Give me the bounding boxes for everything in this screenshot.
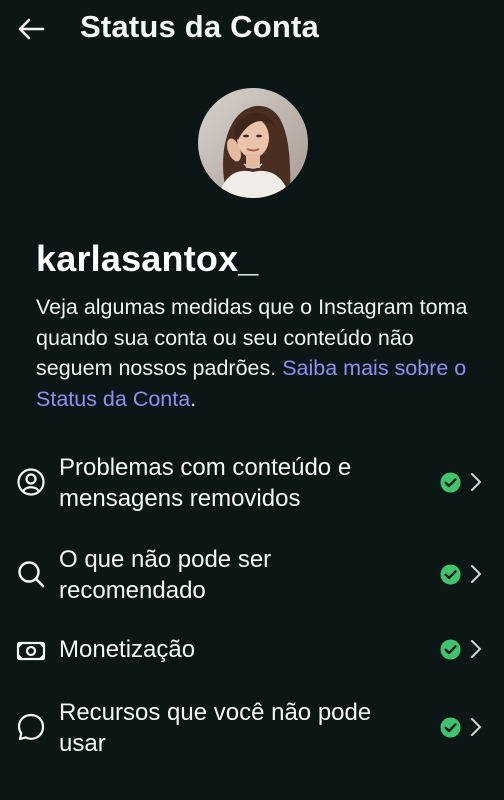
chevron-right-icon — [471, 718, 481, 736]
page-title: Status da Conta — [80, 9, 319, 44]
item-label: Monetização — [59, 636, 196, 663]
list-item-monetization[interactable]: Monetização — [0, 634, 504, 668]
banknote-icon — [16, 641, 46, 661]
item-label: Recursos que você não pode usar — [59, 699, 372, 757]
search-icon — [18, 561, 45, 588]
chevron-right-icon — [471, 640, 481, 658]
back-button[interactable] — [14, 12, 48, 46]
list-item-removed-content[interactable]: Problemas com conteúdo e mensagens remov… — [0, 451, 504, 523]
item-label: Problemas com conteúdo e mensagens remov… — [59, 454, 352, 512]
check-circle-icon — [440, 472, 461, 493]
back-arrow-icon — [18, 18, 45, 40]
app-header: Status da Conta — [0, 0, 504, 56]
account-status-description: Veja algumas medidas que o Instagram tom… — [36, 292, 476, 414]
chevron-right-icon — [471, 565, 481, 583]
person-circle-icon — [17, 468, 45, 496]
speech-bubble-icon — [17, 713, 45, 741]
check-circle-icon — [440, 564, 461, 585]
username: karlasantox_ — [36, 238, 259, 279]
list-item-restricted-features[interactable]: Recursos que você não pode usar — [0, 696, 504, 768]
description-suffix: . — [190, 386, 197, 411]
list-item-not-recommendable[interactable]: O que não pode ser recomendado — [0, 543, 504, 615]
check-circle-icon — [440, 717, 461, 738]
chevron-right-icon — [471, 473, 481, 491]
item-label: O que não pode ser recomendado — [59, 546, 272, 604]
check-circle-icon — [440, 639, 461, 660]
avatar[interactable] — [198, 88, 308, 198]
